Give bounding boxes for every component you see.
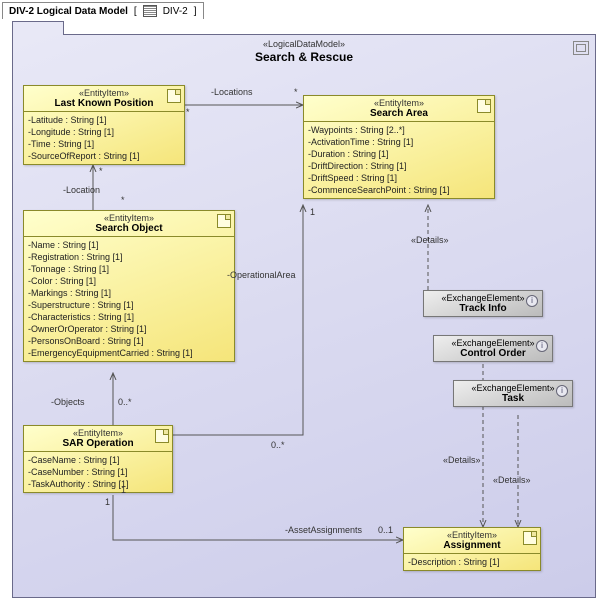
attribute: -CaseName : String [1] <box>28 454 168 466</box>
entity-assignment[interactable]: «EntityItem»Assignment -Description : St… <box>403 527 541 571</box>
attribute: -PersonsOnBoard : String [1] <box>28 335 230 347</box>
info-icon: i <box>526 295 538 307</box>
attribute: -Tonnage : String [1] <box>28 263 230 275</box>
mult-zero-star: 0..* <box>271 440 285 450</box>
entity-sar-operation[interactable]: «EntityItem»SAR Operation -CaseName : St… <box>23 425 173 493</box>
package-stereotype: «LogicalDataModel» <box>13 39 595 49</box>
diagram-title: DIV-2 Logical Data Model <box>9 6 128 17</box>
diagram-tab-label: DIV-2 <box>163 6 188 17</box>
lbl-operational-area: -OperationalArea <box>227 270 296 280</box>
composite-icon <box>217 214 231 228</box>
attrs-so: -Name : String [1]-Registration : String… <box>24 237 234 361</box>
mult-one: 1 <box>105 497 110 507</box>
info-icon: i <box>556 385 568 397</box>
diagram-canvas: DIV-2 Logical Data Model [ DIV-2 ] «Logi… <box>0 0 607 606</box>
lbl-asset-assignments: -AssetAssignments <box>285 525 362 535</box>
attribute: -Duration : String [1] <box>308 148 490 160</box>
attribute: -Superstructure : String [1] <box>28 299 230 311</box>
exchange-control-order[interactable]: i «ExchangeElement» Control Order <box>433 335 553 362</box>
entity-search-area[interactable]: «EntityItem»Search Area -Waypoints : Str… <box>303 95 495 199</box>
attrs-lkp: -Latitude : String [1]-Longitude : Strin… <box>24 112 184 164</box>
mult-zero-one: 0..1 <box>378 525 393 535</box>
entity-last-known-position[interactable]: «EntityItem»Last Known Position -Latitud… <box>23 85 185 165</box>
attrs-sar: -CaseName : String [1]-CaseNumber : Stri… <box>24 452 172 492</box>
frame-icon <box>573 41 589 55</box>
attribute: -Characteristics : String [1] <box>28 311 230 323</box>
attribute: -EmergencyEquipmentCarried : String [1] <box>28 347 230 359</box>
diagram-tab[interactable]: DIV-2 Logical Data Model [ DIV-2 ] <box>2 2 204 19</box>
attribute: -Time : String [1] <box>28 138 180 150</box>
attribute: -CommenceSearchPoint : String [1] <box>308 184 490 196</box>
attribute: -Description : String [1] <box>408 556 536 568</box>
attribute: -CaseNumber : String [1] <box>28 466 168 478</box>
attribute: -Markings : String [1] <box>28 287 230 299</box>
attribute: -Color : String [1] <box>28 275 230 287</box>
lbl-details: «Details» <box>493 475 531 485</box>
mult-star: * <box>99 166 103 176</box>
package-title: Search & Rescue <box>13 50 595 64</box>
composite-icon <box>155 429 169 443</box>
attribute: -TaskAuthority : String [1] <box>28 478 168 490</box>
attribute: -ActivationTime : String [1] <box>308 136 490 148</box>
mult-star: * <box>186 107 190 117</box>
attribute: -Latitude : String [1] <box>28 114 180 126</box>
info-icon: i <box>536 340 548 352</box>
lbl-location: -Location <box>63 185 100 195</box>
attrs-asgn: -Description : String [1] <box>404 554 540 570</box>
package-tab <box>12 21 64 35</box>
attrs-sa: -Waypoints : String [2..*]-ActivationTim… <box>304 122 494 198</box>
attribute: -Name : String [1] <box>28 239 230 251</box>
attribute: -OwnerOrOperator : String [1] <box>28 323 230 335</box>
mult-one: 1 <box>310 207 315 217</box>
mult-star: * <box>121 195 125 205</box>
attribute: -Waypoints : String [2..*] <box>308 124 490 136</box>
composite-icon <box>523 531 537 545</box>
attribute: -SourceOfReport : String [1] <box>28 150 180 162</box>
composite-icon <box>477 99 491 113</box>
composite-icon <box>167 89 181 103</box>
exchange-track-info[interactable]: i «ExchangeElement» Track Info <box>423 290 543 317</box>
attribute: -DriftDirection : String [1] <box>308 160 490 172</box>
lbl-objects: -Objects <box>51 397 85 407</box>
attribute: -Longitude : String [1] <box>28 126 180 138</box>
entity-search-object[interactable]: «EntityItem»Search Object -Name : String… <box>23 210 235 362</box>
diagram-type-icon <box>143 5 157 17</box>
mult-zero-star: 0..* <box>118 397 132 407</box>
attribute: -DriftSpeed : String [1] <box>308 172 490 184</box>
mult-star: * <box>294 87 298 97</box>
exchange-task[interactable]: i «ExchangeElement» Task <box>453 380 573 407</box>
lbl-details: «Details» <box>411 235 449 245</box>
package-frame: «LogicalDataModel» Search & Rescue <box>12 34 596 598</box>
lbl-locations: -Locations <box>211 87 253 97</box>
lbl-details: «Details» <box>443 455 481 465</box>
attribute: -Registration : String [1] <box>28 251 230 263</box>
